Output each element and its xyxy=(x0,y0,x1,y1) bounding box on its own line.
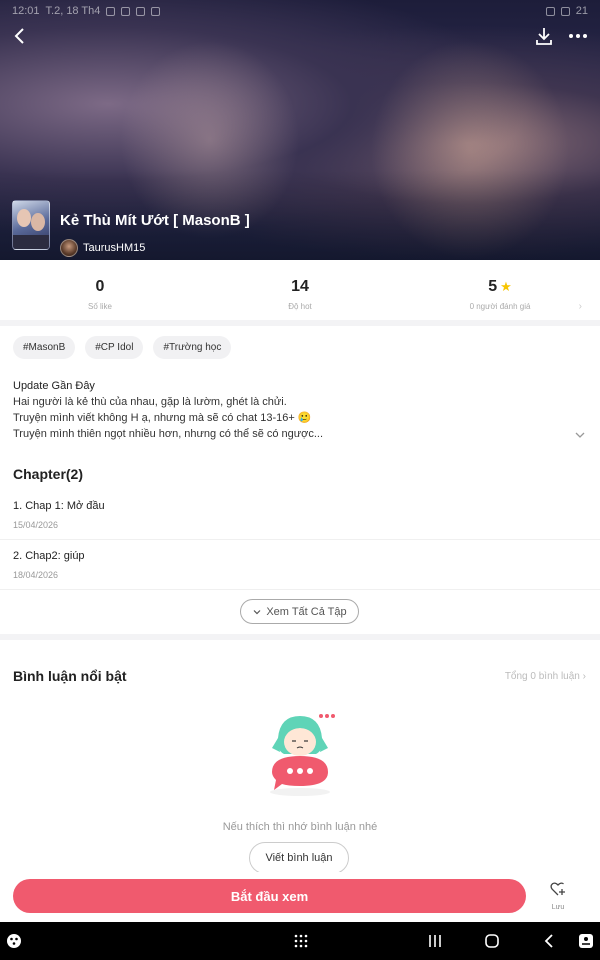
top-bar xyxy=(0,24,600,50)
assistant-icon[interactable] xyxy=(4,931,24,951)
book-title: Kẻ Thù Mít Ướt [ MasonB ] xyxy=(60,212,250,229)
save-button[interactable]: Lưu xyxy=(538,880,578,911)
more-dots-icon xyxy=(569,34,587,38)
description-title: Update Gần Đây xyxy=(13,380,95,392)
back-button[interactable] xyxy=(8,24,32,48)
gallery-icon xyxy=(151,6,161,16)
chapter-title: 1. Chap 1: Mở đầu xyxy=(13,500,105,512)
chevron-right-icon: › xyxy=(582,671,586,682)
system-nav-bar xyxy=(0,922,600,960)
stat-hot: 14 Độ hot xyxy=(200,260,400,320)
tag-item[interactable]: #MasonB xyxy=(13,336,76,359)
bottom-action-bar: Bắt đầu xem Lưu xyxy=(0,872,600,922)
comments-header: Bình luận nổi bật xyxy=(13,668,127,684)
hot-value: 14 xyxy=(291,278,309,295)
write-comment-button[interactable]: Viết bình luận xyxy=(249,842,349,874)
chapter-date: 18/04/2026 xyxy=(13,570,59,580)
folder-icon xyxy=(136,6,146,16)
see-all-label: Xem Tất Cả Tập xyxy=(266,605,347,618)
book-thumbnail xyxy=(12,200,50,250)
back-arrow-icon xyxy=(14,28,24,44)
start-reading-button[interactable]: Bắt đầu xem xyxy=(13,879,526,913)
chapter-date: 15/04/2026 xyxy=(13,520,59,530)
status-bar: 12:01 T.2, 18 Th4 21 xyxy=(0,0,600,22)
author-avatar[interactable] xyxy=(60,239,78,257)
heart-plus-icon xyxy=(550,882,565,896)
tag-item[interactable]: #CP Idol xyxy=(85,336,144,359)
rating-label: 0 người đánh giá xyxy=(469,302,531,311)
notification-icon xyxy=(106,6,116,16)
home-icon[interactable] xyxy=(482,931,502,951)
book-info: Kẻ Thù Mít Ướt [ MasonB ] TaurusHM15 xyxy=(12,200,572,257)
description-line: Hai người là kẻ thù của nhau, gặp là lườ… xyxy=(13,396,287,408)
tiktok-icon xyxy=(121,6,131,16)
rating-value: 5 xyxy=(488,278,498,295)
status-date: T.2, 18 Th4 xyxy=(45,5,101,17)
star-icon: ★ xyxy=(500,279,512,294)
see-all-chapters-button[interactable]: Xem Tất Cả Tập xyxy=(240,599,359,624)
wifi-icon xyxy=(560,6,570,16)
stat-likes: 0 Số like xyxy=(0,260,200,320)
accessibility-icon[interactable] xyxy=(576,931,596,951)
chapter-title: 2. Chap2: giúp xyxy=(13,550,85,562)
mascot-illustration xyxy=(270,714,335,796)
alarm-icon xyxy=(545,6,555,16)
download-icon xyxy=(536,28,552,45)
battery-level: 21 xyxy=(575,5,588,17)
back-nav-icon[interactable] xyxy=(539,931,559,951)
tag-list: #MasonB #CP Idol #Trường học xyxy=(13,336,232,359)
description[interactable]: Update Gần Đây Hai người là kẻ thù của n… xyxy=(13,378,553,442)
description-line: Truyện mình viết không H ạ, nhưng mà sẽ … xyxy=(13,412,312,424)
comments-hint: Nếu thích thì nhớ bình luận nhé xyxy=(222,821,378,833)
hot-label: Độ hot xyxy=(288,302,312,311)
apps-grid-icon[interactable] xyxy=(291,931,311,951)
author-name[interactable]: TaurusHM15 xyxy=(83,242,145,254)
save-label: Lưu xyxy=(551,904,565,911)
recent-apps-icon[interactable] xyxy=(425,931,445,951)
stats-row: 0 Số like 14 Độ hot 5 ★ 0 người đánh giá xyxy=(0,260,600,320)
tag-item[interactable]: #Trường học xyxy=(153,336,232,359)
chapter-header: Chapter(2) xyxy=(13,466,84,482)
chapter-row[interactable]: 2. Chap2: giúp 18/04/2026 xyxy=(0,540,600,590)
stat-rating[interactable]: 5 ★ 0 người đánh giá xyxy=(400,260,600,320)
description-line: Truyện mình thiên ngọt nhiều hơn, nhưng … xyxy=(13,428,324,440)
chevron-down-icon[interactable] xyxy=(574,429,586,444)
section-divider xyxy=(0,320,600,326)
comments-total: Tổng 0 bình luận xyxy=(504,671,580,682)
comments-total-link[interactable]: Tổng 0 bình luận › xyxy=(505,671,586,682)
download-button[interactable] xyxy=(532,24,556,48)
chapter-row[interactable]: 1. Chap 1: Mở đầu 15/04/2026 xyxy=(0,490,600,540)
section-divider xyxy=(0,634,600,640)
chevron-down-icon xyxy=(253,609,261,614)
chevron-right-icon: › xyxy=(578,301,582,312)
more-button[interactable] xyxy=(566,24,590,48)
likes-label: Số like xyxy=(87,302,112,311)
status-time: 12:01 xyxy=(12,5,40,17)
likes-value: 0 xyxy=(95,278,105,295)
